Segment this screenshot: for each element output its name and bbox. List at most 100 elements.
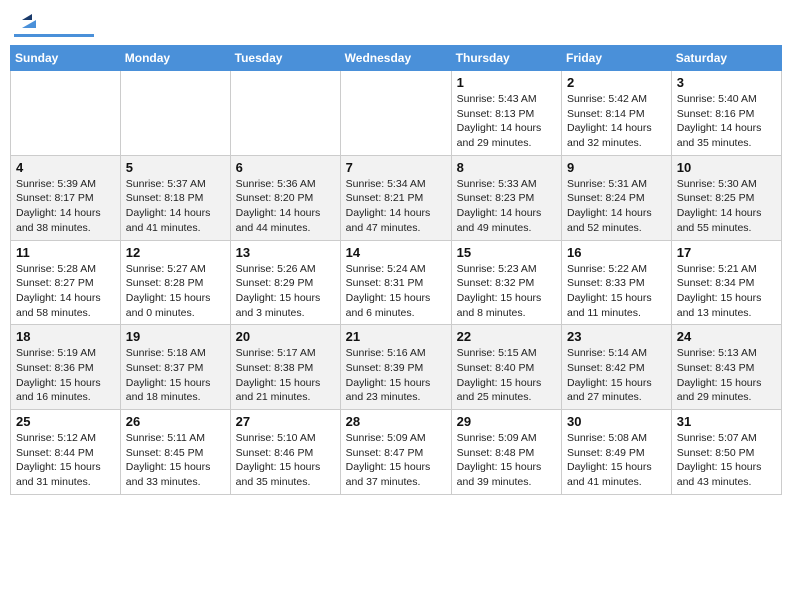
day-info: Sunrise: 5:07 AM Sunset: 8:50 PM Dayligh… [677, 431, 776, 490]
day-info: Sunrise: 5:40 AM Sunset: 8:16 PM Dayligh… [677, 92, 776, 151]
calendar-cell: 4Sunrise: 5:39 AM Sunset: 8:17 PM Daylig… [11, 155, 121, 240]
calendar-cell [120, 71, 230, 156]
calendar-cell: 31 Sunrise: 5:07 AM Sunset: 8:50 PM Dayli… [671, 410, 781, 495]
logo-underline [14, 34, 94, 37]
col-header-sunday: Sunday [11, 46, 121, 71]
calendar-week-2: 4Sunrise: 5:39 AM Sunset: 8:17 PM Daylig… [11, 155, 782, 240]
calendar-cell [230, 71, 340, 156]
day-info: Sunrise: 5:12 AM Sunset: 8:44 PM Dayligh… [16, 431, 115, 490]
day-info: Sunrise: 5:22 AM Sunset: 8:33 PM Dayligh… [567, 262, 666, 321]
calendar-week-1: 1 Sunrise: 5:43 AM Sunset: 8:13 PM Daylig… [11, 71, 782, 156]
calendar-cell: 16 Sunrise: 5:22 AM Sunset: 8:33 PM Dayli… [562, 240, 672, 325]
day-info: Sunrise: 5:10 AM Sunset: 8:46 PM Dayligh… [236, 431, 335, 490]
calendar-cell: 28 Sunrise: 5:09 AM Sunset: 8:47 PM Dayli… [340, 410, 451, 495]
logo-icon [18, 10, 40, 32]
day-info: Sunrise: 5:42 AM Sunset: 8:14 PM Dayligh… [567, 92, 666, 151]
calendar-header-row: SundayMondayTuesdayWednesdayThursdayFrid… [11, 46, 782, 71]
day-number: 9 [567, 160, 666, 175]
day-info: Sunrise: 5:34 AM Sunset: 8:21 PM Dayligh… [346, 177, 446, 236]
day-info: Sunrise: 5:08 AM Sunset: 8:49 PM Dayligh… [567, 431, 666, 490]
day-info: Sunrise: 5:13 AM Sunset: 8:43 PM Dayligh… [677, 346, 776, 405]
day-number: 29 [457, 414, 556, 429]
day-number: 26 [126, 414, 225, 429]
calendar-cell: 24Sunrise: 5:13 AM Sunset: 8:43 PM Dayli… [671, 325, 781, 410]
calendar-cell [11, 71, 121, 156]
day-info: Sunrise: 5:31 AM Sunset: 8:24 PM Dayligh… [567, 177, 666, 236]
day-info: Sunrise: 5:30 AM Sunset: 8:25 PM Dayligh… [677, 177, 776, 236]
day-number: 23 [567, 329, 666, 344]
calendar-cell: 5 Sunrise: 5:37 AM Sunset: 8:18 PM Daylig… [120, 155, 230, 240]
day-number: 8 [457, 160, 556, 175]
calendar-cell: 21 Sunrise: 5:16 AM Sunset: 8:39 PM Dayli… [340, 325, 451, 410]
day-info: Sunrise: 5:37 AM Sunset: 8:18 PM Dayligh… [126, 177, 225, 236]
day-number: 14 [346, 245, 446, 260]
day-number: 1 [457, 75, 556, 90]
day-info: Sunrise: 5:33 AM Sunset: 8:23 PM Dayligh… [457, 177, 556, 236]
calendar-cell: 22 Sunrise: 5:15 AM Sunset: 8:40 PM Dayli… [451, 325, 561, 410]
calendar-cell: 10Sunrise: 5:30 AM Sunset: 8:25 PM Dayli… [671, 155, 781, 240]
calendar-cell: 17Sunrise: 5:21 AM Sunset: 8:34 PM Dayli… [671, 240, 781, 325]
calendar-cell: 27 Sunrise: 5:10 AM Sunset: 8:46 PM Dayli… [230, 410, 340, 495]
day-number: 3 [677, 75, 776, 90]
calendar-cell: 20Sunrise: 5:17 AM Sunset: 8:38 PM Dayli… [230, 325, 340, 410]
col-header-monday: Monday [120, 46, 230, 71]
day-info: Sunrise: 5:43 AM Sunset: 8:13 PM Dayligh… [457, 92, 556, 151]
day-number: 13 [236, 245, 335, 260]
day-number: 5 [126, 160, 225, 175]
calendar-cell: 25 Sunrise: 5:12 AM Sunset: 8:44 PM Dayli… [11, 410, 121, 495]
logo [14, 10, 94, 37]
day-number: 4 [16, 160, 115, 175]
day-number: 2 [567, 75, 666, 90]
day-info: Sunrise: 5:11 AM Sunset: 8:45 PM Dayligh… [126, 431, 225, 490]
day-number: 7 [346, 160, 446, 175]
day-number: 11 [16, 245, 115, 260]
calendar-week-3: 11 Sunrise: 5:28 AM Sunset: 8:27 PM Dayli… [11, 240, 782, 325]
calendar-cell: 13Sunrise: 5:26 AM Sunset: 8:29 PM Dayli… [230, 240, 340, 325]
page-header [10, 10, 782, 37]
calendar-cell: 8 Sunrise: 5:33 AM Sunset: 8:23 PM Daylig… [451, 155, 561, 240]
day-number: 31 [677, 414, 776, 429]
calendar-cell: 3 Sunrise: 5:40 AM Sunset: 8:16 PM Daylig… [671, 71, 781, 156]
day-number: 21 [346, 329, 446, 344]
calendar-cell: 19 Sunrise: 5:18 AM Sunset: 8:37 PM Dayli… [120, 325, 230, 410]
day-info: Sunrise: 5:36 AM Sunset: 8:20 PM Dayligh… [236, 177, 335, 236]
day-info: Sunrise: 5:09 AM Sunset: 8:48 PM Dayligh… [457, 431, 556, 490]
calendar-cell: 18Sunrise: 5:19 AM Sunset: 8:36 PM Dayli… [11, 325, 121, 410]
day-number: 22 [457, 329, 556, 344]
day-info: Sunrise: 5:24 AM Sunset: 8:31 PM Dayligh… [346, 262, 446, 321]
calendar-cell: 15Sunrise: 5:23 AM Sunset: 8:32 PM Dayli… [451, 240, 561, 325]
calendar-cell: 7 Sunrise: 5:34 AM Sunset: 8:21 PM Daylig… [340, 155, 451, 240]
day-info: Sunrise: 5:18 AM Sunset: 8:37 PM Dayligh… [126, 346, 225, 405]
col-header-tuesday: Tuesday [230, 46, 340, 71]
calendar-cell: 12 Sunrise: 5:27 AM Sunset: 8:28 PM Dayli… [120, 240, 230, 325]
day-number: 20 [236, 329, 335, 344]
day-info: Sunrise: 5:09 AM Sunset: 8:47 PM Dayligh… [346, 431, 446, 490]
day-number: 16 [567, 245, 666, 260]
day-info: Sunrise: 5:15 AM Sunset: 8:40 PM Dayligh… [457, 346, 556, 405]
day-info: Sunrise: 5:28 AM Sunset: 8:27 PM Dayligh… [16, 262, 115, 321]
calendar-cell: 1 Sunrise: 5:43 AM Sunset: 8:13 PM Daylig… [451, 71, 561, 156]
col-header-saturday: Saturday [671, 46, 781, 71]
calendar-week-4: 18Sunrise: 5:19 AM Sunset: 8:36 PM Dayli… [11, 325, 782, 410]
day-number: 12 [126, 245, 225, 260]
day-number: 30 [567, 414, 666, 429]
day-info: Sunrise: 5:27 AM Sunset: 8:28 PM Dayligh… [126, 262, 225, 321]
col-header-thursday: Thursday [451, 46, 561, 71]
day-info: Sunrise: 5:16 AM Sunset: 8:39 PM Dayligh… [346, 346, 446, 405]
calendar-cell: 30 Sunrise: 5:08 AM Sunset: 8:49 PM Dayli… [562, 410, 672, 495]
calendar-cell: 2 Sunrise: 5:42 AM Sunset: 8:14 PM Daylig… [562, 71, 672, 156]
calendar-table: SundayMondayTuesdayWednesdayThursdayFrid… [10, 45, 782, 495]
calendar-cell: 23 Sunrise: 5:14 AM Sunset: 8:42 PM Dayli… [562, 325, 672, 410]
calendar-cell: 11 Sunrise: 5:28 AM Sunset: 8:27 PM Dayli… [11, 240, 121, 325]
calendar-week-5: 25 Sunrise: 5:12 AM Sunset: 8:44 PM Dayli… [11, 410, 782, 495]
day-info: Sunrise: 5:23 AM Sunset: 8:32 PM Dayligh… [457, 262, 556, 321]
day-number: 6 [236, 160, 335, 175]
day-number: 19 [126, 329, 225, 344]
calendar-cell: 14 Sunrise: 5:24 AM Sunset: 8:31 PM Dayli… [340, 240, 451, 325]
col-header-wednesday: Wednesday [340, 46, 451, 71]
day-info: Sunrise: 5:14 AM Sunset: 8:42 PM Dayligh… [567, 346, 666, 405]
col-header-friday: Friday [562, 46, 672, 71]
day-number: 28 [346, 414, 446, 429]
day-number: 25 [16, 414, 115, 429]
day-number: 27 [236, 414, 335, 429]
